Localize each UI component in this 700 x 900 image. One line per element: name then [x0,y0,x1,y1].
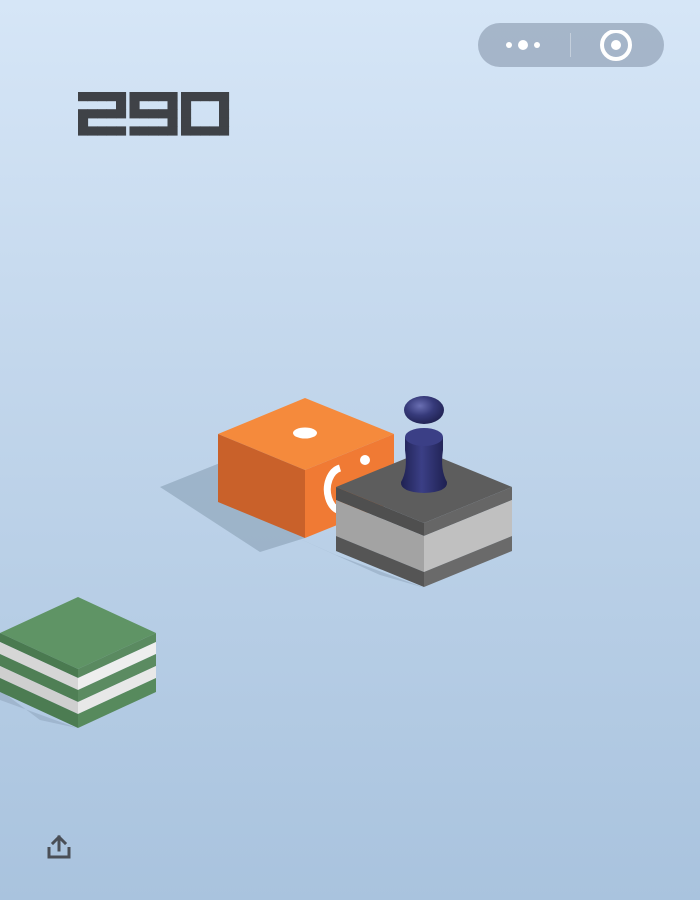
player-piece [400,396,448,493]
share-button[interactable] [44,833,74,863]
cube-center-dot [293,427,317,439]
game-scene [0,396,512,728]
share-upload-icon [47,834,71,859]
player-head [404,396,444,424]
game-stage[interactable]: 290 [0,0,700,900]
